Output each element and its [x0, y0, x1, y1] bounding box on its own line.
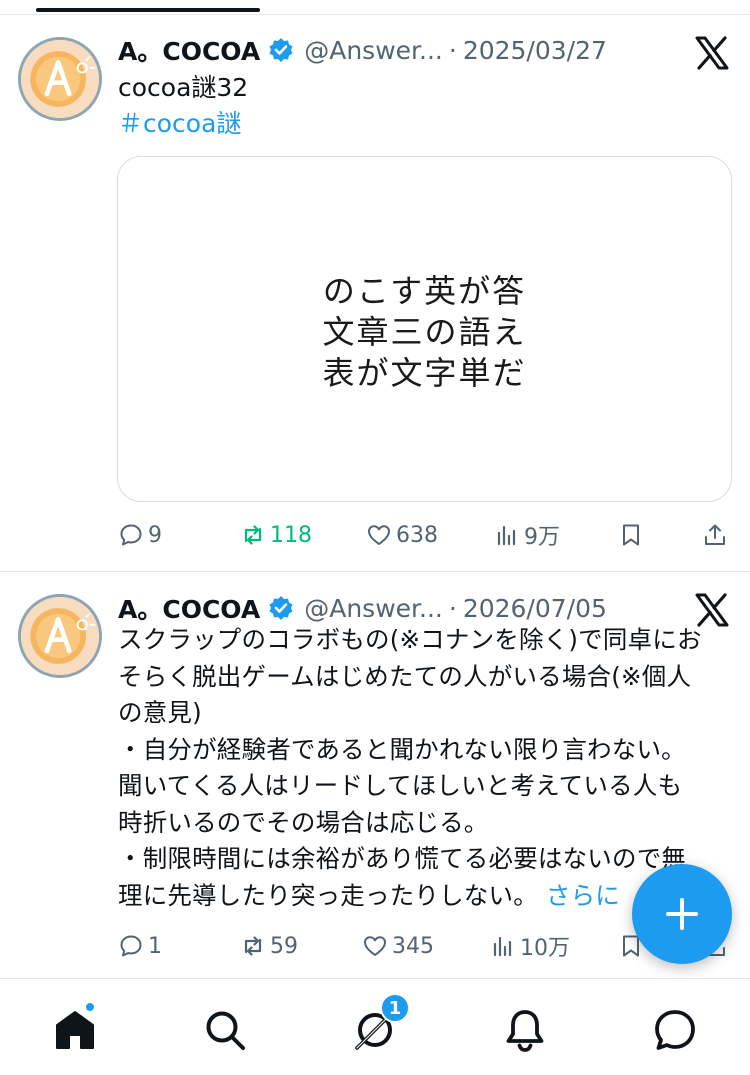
post-date[interactable]: 2025/03/27 — [463, 36, 607, 65]
media-card[interactable]: のこす英が答 文章三の語え 表が文字単だ — [117, 156, 732, 502]
home-notification-dot — [84, 1001, 96, 1013]
home-icon — [56, 1011, 94, 1049]
views-button[interactable]: 10万 — [490, 926, 570, 966]
bookmark-icon — [623, 524, 639, 546]
tab-notifications[interactable] — [502, 1007, 548, 1053]
compose-button[interactable] — [632, 864, 732, 964]
verified-badge-icon — [268, 37, 294, 63]
avatar-coin-icon — [21, 597, 99, 675]
post-header: A。COCOA @Answer... · 2025/03/27 — [118, 30, 607, 70]
heart-icon — [364, 936, 386, 956]
tab-search[interactable] — [202, 1007, 248, 1053]
bottom-tab-bar: 1 — [0, 978, 750, 1075]
repost-icon — [244, 525, 262, 545]
like-count: 638 — [396, 522, 438, 548]
hashtag-link[interactable]: ＃cocoa謎 — [118, 107, 241, 141]
like-button[interactable]: 345 — [362, 926, 434, 966]
views-icon — [497, 525, 516, 546]
avatar[interactable] — [18, 37, 102, 121]
share-button[interactable] — [702, 515, 728, 555]
x-logo-icon — [692, 33, 732, 73]
repost-button[interactable]: 118 — [240, 515, 312, 555]
repost-count: 59 — [270, 933, 298, 959]
reply-icon — [120, 935, 142, 957]
tab-grok[interactable]: 1 — [352, 993, 410, 1053]
share-icon — [705, 524, 725, 545]
author-handle[interactable]: @Answer... — [304, 36, 443, 65]
views-icon — [493, 936, 512, 957]
reply-button[interactable]: 1 — [118, 926, 162, 966]
top-scroll-indicator — [36, 8, 260, 12]
tab-home[interactable] — [52, 1001, 98, 1053]
plus-icon — [666, 898, 698, 930]
reply-count: 1 — [148, 933, 162, 959]
reply-icon — [120, 524, 142, 546]
avatar-coin-icon — [21, 40, 99, 118]
messages-icon — [655, 1010, 695, 1050]
post-text: cocoa謎32 — [118, 73, 249, 102]
repost-button[interactable]: 59 — [240, 926, 298, 966]
post-date[interactable]: 2026/07/05 — [463, 594, 607, 623]
avatar[interactable] — [18, 594, 102, 678]
show-more-link[interactable]: さらに — [546, 881, 620, 910]
separator-dot: · — [448, 593, 457, 623]
like-count: 345 — [392, 933, 434, 959]
author-name[interactable]: A。COCOA — [118, 32, 260, 68]
views-count: 10万 — [520, 936, 570, 961]
bell-icon — [506, 1010, 544, 1052]
post-body: スクラップのコラボもの(※コナンを除く)で同卓にお そらく脱出ゲームはじめたての… — [118, 622, 738, 914]
media-text: のこす英が答 文章三の語え 表が文字単だ — [118, 271, 731, 394]
media-line: 表が文字単だ — [322, 354, 527, 392]
search-icon — [206, 1011, 245, 1050]
repost-count: 118 — [270, 522, 312, 548]
media-line: 文章三の語え — [322, 313, 527, 351]
reply-button[interactable]: 9 — [118, 515, 162, 555]
grok-badge: 1 — [380, 993, 410, 1023]
like-button[interactable]: 638 — [366, 515, 438, 555]
post[interactable]: A。COCOA @Answer... · 2025/03/27 cocoa謎32… — [0, 15, 750, 571]
post-text: スクラップのコラボもの(※コナンを除く)で同卓にお そらく脱出ゲームはじめたての… — [118, 625, 702, 910]
action-bar: 9 118 638 9万 — [0, 515, 750, 555]
separator-dot: · — [448, 35, 457, 65]
views-count: 9万 — [524, 525, 560, 550]
tab-messages[interactable] — [652, 1007, 698, 1053]
reply-count: 9 — [148, 522, 162, 548]
verified-badge-icon — [268, 595, 294, 621]
bookmark-button[interactable] — [618, 515, 644, 555]
repost-icon — [244, 936, 262, 956]
media-line: のこす英が答 — [322, 272, 527, 310]
author-handle[interactable]: @Answer... — [304, 594, 443, 623]
views-button[interactable]: 9万 — [494, 515, 560, 555]
author-name[interactable]: A。COCOA — [118, 590, 260, 626]
heart-icon — [368, 525, 390, 545]
